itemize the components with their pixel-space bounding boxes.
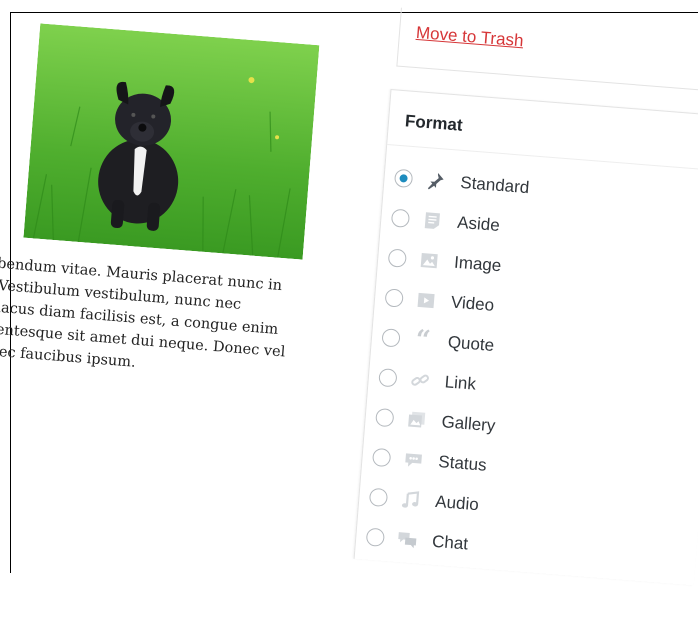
radio-button[interactable] bbox=[381, 328, 400, 347]
format-option-label: Audio bbox=[435, 492, 480, 515]
quote-icon: “ bbox=[411, 329, 435, 353]
format-option-aside[interactable]: Aside bbox=[390, 203, 501, 241]
format-option-audio[interactable]: Audio bbox=[368, 482, 480, 520]
pin-icon bbox=[424, 169, 448, 193]
radio-button[interactable] bbox=[369, 488, 388, 507]
post-body-text[interactable]: pibendum vitae. Mauris placerat nunc in … bbox=[0, 252, 273, 384]
radio-button[interactable] bbox=[388, 248, 407, 267]
format-option-label: Image bbox=[453, 253, 502, 277]
format-option-label: Status bbox=[438, 452, 488, 476]
radio-button[interactable] bbox=[366, 528, 385, 547]
format-panel-title: Format bbox=[404, 111, 463, 135]
format-option-label: Gallery bbox=[441, 412, 496, 436]
chat-icon bbox=[395, 528, 419, 552]
format-option-standard[interactable]: Standard bbox=[393, 163, 530, 203]
format-option-status[interactable]: Status bbox=[371, 442, 487, 481]
format-option-quote[interactable]: “ Quote bbox=[381, 322, 495, 361]
format-option-label: Link bbox=[444, 372, 477, 394]
format-option-label: Quote bbox=[447, 332, 495, 356]
gallery-icon bbox=[405, 408, 429, 432]
screenshot-frame: pibendum vitae. Mauris placerat nunc in … bbox=[10, 12, 698, 573]
publish-panel: Move to Trash bbox=[396, 8, 698, 94]
format-option-chat[interactable]: Chat bbox=[365, 522, 469, 560]
audio-icon bbox=[399, 488, 423, 512]
format-option-label: Video bbox=[450, 292, 495, 315]
radio-button[interactable] bbox=[394, 169, 413, 188]
image-icon bbox=[417, 249, 441, 273]
format-option-link[interactable]: Link bbox=[378, 362, 477, 400]
format-option-label: Chat bbox=[431, 532, 468, 555]
sidebar: Move to Trash Format Standard Aside bbox=[346, 7, 698, 633]
puppy-image[interactable] bbox=[23, 23, 319, 259]
video-icon bbox=[414, 289, 438, 313]
format-option-image[interactable]: Image bbox=[387, 242, 502, 281]
puppy-photo-illustration bbox=[23, 23, 319, 259]
radio-button[interactable] bbox=[375, 408, 394, 427]
format-option-video[interactable]: Video bbox=[384, 282, 495, 320]
radio-button[interactable] bbox=[384, 288, 403, 307]
post-editor: pibendum vitae. Mauris placerat nunc in … bbox=[0, 13, 400, 602]
format-option-label: Aside bbox=[456, 213, 500, 236]
format-option-gallery[interactable]: Gallery bbox=[375, 402, 497, 441]
radio-button[interactable] bbox=[372, 448, 391, 467]
move-to-trash-link[interactable]: Move to Trash bbox=[415, 23, 524, 51]
format-panel: Format Standard Aside bbox=[354, 89, 698, 585]
aside-icon bbox=[421, 209, 445, 233]
radio-button[interactable] bbox=[391, 209, 410, 228]
format-option-label: Standard bbox=[460, 173, 530, 198]
status-icon bbox=[402, 448, 426, 472]
radio-button[interactable] bbox=[378, 368, 397, 387]
link-icon bbox=[408, 368, 432, 392]
